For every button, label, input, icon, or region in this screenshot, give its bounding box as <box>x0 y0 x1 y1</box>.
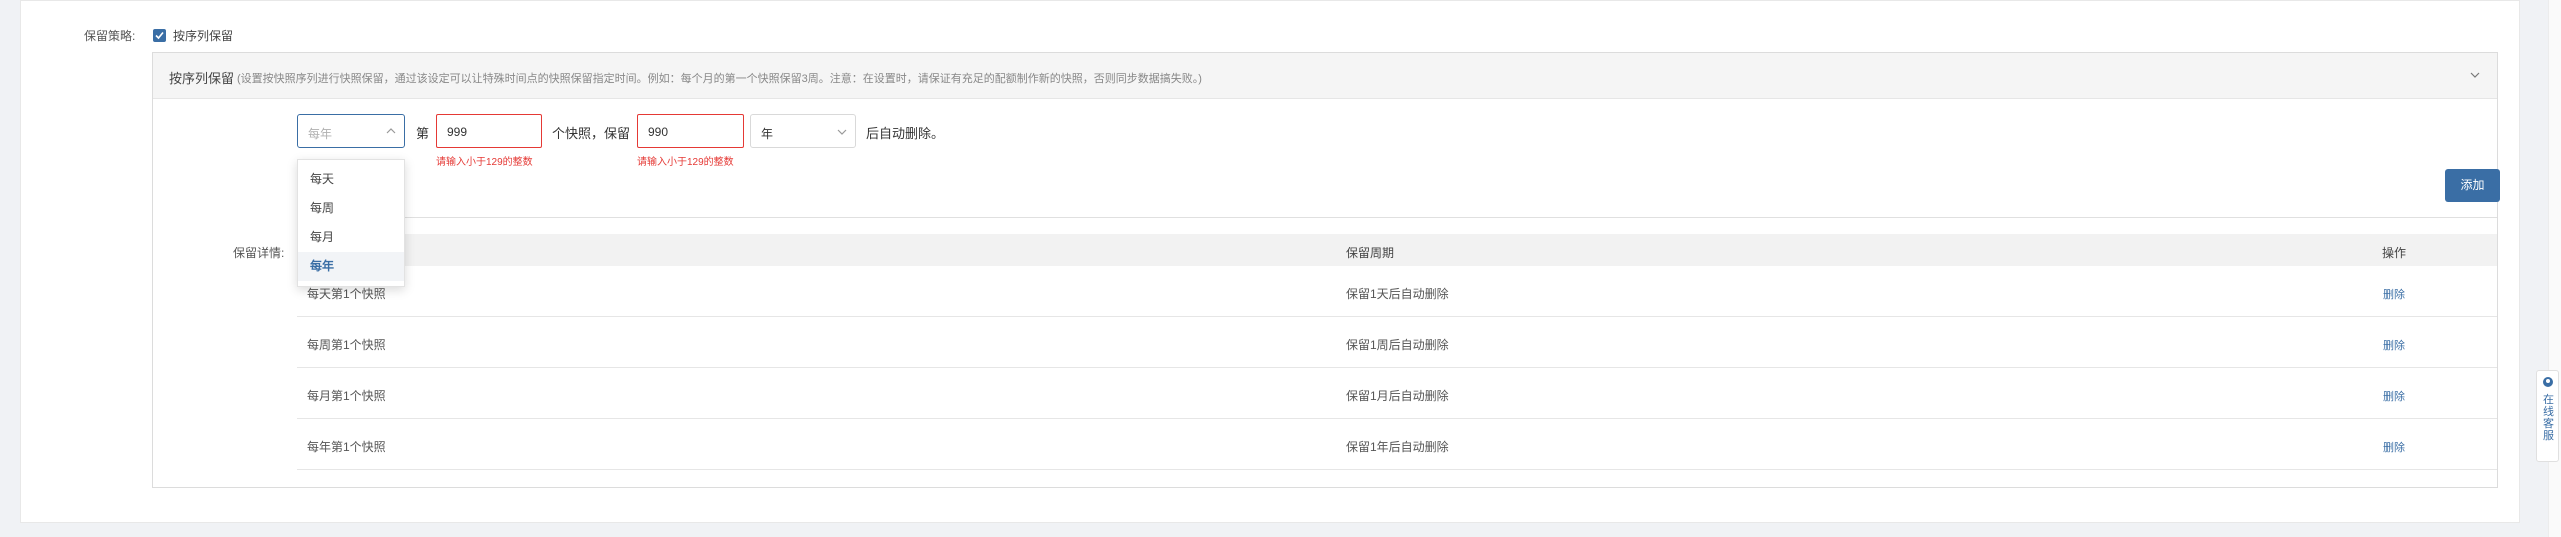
policy-label: 保留策略: <box>84 29 136 43</box>
row-period: 保留1周后自动删除 <box>1346 338 1449 352</box>
period-select-placeholder: 每年 <box>308 127 333 141</box>
keep-duration-value: 990 <box>648 125 669 139</box>
snapshot-count-input[interactable]: 999 <box>436 114 542 148</box>
middle-text: 个快照，保留 <box>552 126 631 141</box>
unit-select[interactable]: 年 <box>750 114 856 148</box>
row-name: 每年第1个快照 <box>307 440 386 454</box>
row-name: 每天第1个快照 <box>307 287 386 301</box>
customer-service-icon <box>2543 377 2553 387</box>
delete-link[interactable]: 删除 <box>2383 337 2405 353</box>
check-icon <box>155 31 164 40</box>
column-action: 操作 <box>2382 246 2407 260</box>
add-button[interactable]: 添加 <box>2445 169 2500 202</box>
table-row: 每年第1个快照 保留1年后自动删除 删除 <box>297 419 2497 470</box>
snapshot-count-value: 999 <box>447 125 468 139</box>
delete-link[interactable]: 删除 <box>2383 439 2405 455</box>
dropdown-option-monthly[interactable]: 每月 <box>298 223 404 252</box>
suffix-text: 后自动删除。 <box>866 126 945 141</box>
prefix-text: 第 <box>416 126 430 141</box>
keep-duration-input[interactable]: 990 <box>637 114 744 148</box>
dropdown-option-weekly[interactable]: 每周 <box>298 194 404 223</box>
details-label: 保留详情: <box>233 246 285 260</box>
chevron-up-icon <box>386 128 396 134</box>
online-service-label: 在线客服 <box>2543 394 2554 442</box>
panel-description: (设置按快照序列进行快照保留，通过该设定可以让特殊时间点的快照保留指定时间。例如… <box>237 73 1202 85</box>
table-row: 每天第1个快照 保留1天后自动删除 删除 <box>297 266 2497 317</box>
row-period: 保留1月后自动删除 <box>1346 389 1449 403</box>
divider <box>297 217 2497 218</box>
count-error: 请输入小于129的整数 <box>436 157 533 168</box>
table-header: 保留周期 操作 <box>297 234 2497 266</box>
chevron-down-icon[interactable] <box>2469 69 2481 81</box>
table-row: 每月第1个快照 保留1月后自动删除 删除 <box>297 368 2497 419</box>
row-period: 保留1年后自动删除 <box>1346 440 1449 454</box>
dropdown-option-yearly[interactable]: 每年 <box>298 252 404 281</box>
dropdown-option-daily[interactable]: 每天 <box>298 165 404 194</box>
column-period: 保留周期 <box>1346 246 1395 260</box>
policy-checkbox-label[interactable]: 按序列保留 <box>173 27 233 44</box>
panel-title: 按序列保留 <box>169 71 235 86</box>
keep-error: 请输入小于129的整数 <box>637 157 734 168</box>
period-select[interactable]: 每年 <box>297 114 405 148</box>
row-name: 每月第1个快照 <box>307 389 386 403</box>
online-service-widget[interactable]: 在线客服 <box>2536 370 2559 462</box>
table-row: 每周第1个快照 保留1周后自动删除 删除 <box>297 317 2497 368</box>
row-period: 保留1天后自动删除 <box>1346 287 1449 301</box>
policy-checkbox[interactable] <box>153 29 166 42</box>
period-dropdown-menu: 每天 每周 每月 每年 <box>297 159 405 287</box>
chevron-down-icon <box>837 129 847 135</box>
row-name: 每周第1个快照 <box>307 338 386 352</box>
unit-select-value: 年 <box>761 127 774 141</box>
panel-header[interactable]: 按序列保留 (设置按快照序列进行快照保留，通过该设定可以让特殊时间点的快照保留指… <box>153 53 2497 99</box>
delete-link[interactable]: 删除 <box>2383 286 2405 302</box>
delete-link[interactable]: 删除 <box>2383 388 2405 404</box>
